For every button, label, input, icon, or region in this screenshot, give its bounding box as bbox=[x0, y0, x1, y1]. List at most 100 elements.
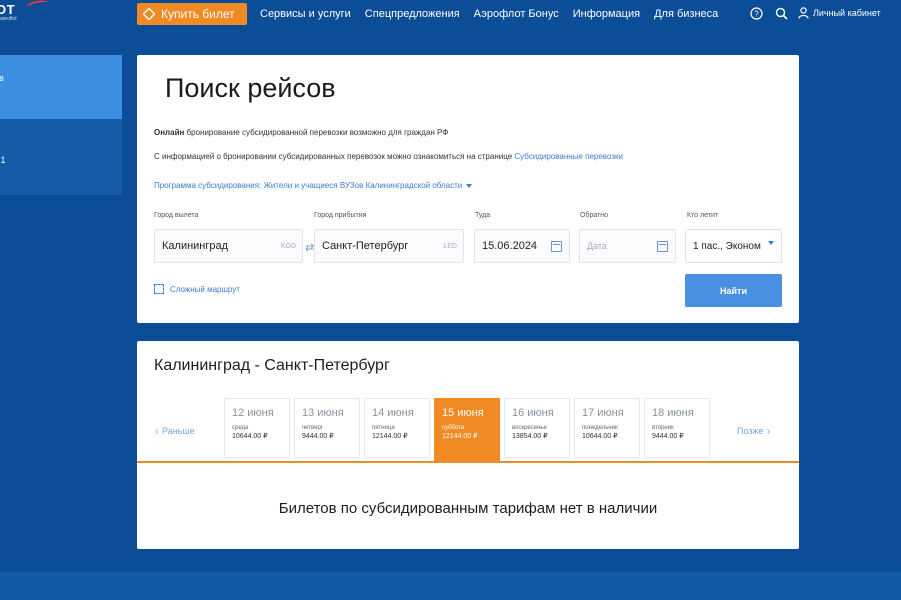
route-title: Калининград - Санкт-Петербург bbox=[154, 357, 390, 374]
buy-ticket-label: Купить билет bbox=[161, 7, 235, 21]
from-city-input[interactable]: Калининград KGD bbox=[154, 229, 303, 263]
chevron-down-icon bbox=[466, 183, 473, 188]
nav-aeroflot-bonus[interactable]: Аэрофлот Бонус bbox=[474, 8, 559, 20]
date-card[interactable]: 17 июня понедельник 10644.00 ₽ bbox=[574, 398, 640, 458]
return-date-placeholder: Дата bbox=[587, 241, 607, 251]
date-weekday: воскресенье bbox=[512, 425, 547, 431]
info-text: бронирование субсидированной перевозки в… bbox=[184, 128, 449, 137]
info-bold: Онлайн bbox=[154, 128, 185, 137]
chevron-down-icon bbox=[768, 241, 774, 245]
sidebar-item-label: ов bbox=[0, 73, 4, 83]
header-actions: ? Личный кабинет bbox=[748, 5, 881, 21]
date-card-selected[interactable]: 15 июня суббота 12144.00 ₽ bbox=[434, 398, 500, 462]
swap-cities-icon[interactable]: ⇄ bbox=[305, 241, 314, 254]
flight-search-panel: Поиск рейсов Онлайн бронирование субсиди… bbox=[137, 55, 799, 323]
logo-subtext: aeroflot bbox=[0, 16, 17, 22]
date-card[interactable]: 12 июня среда 10644.00 ₽ bbox=[224, 398, 290, 458]
date-card[interactable]: 13 июня четверг 9444.00 ₽ bbox=[294, 398, 360, 458]
date-price: 10644.00 ₽ bbox=[582, 433, 618, 440]
nav-for-business[interactable]: Для бизнеса bbox=[654, 8, 718, 20]
chevron-left-icon: ‹ bbox=[155, 424, 159, 438]
personal-cabinet-label: Личный кабинет bbox=[813, 8, 881, 18]
logo-text: ОТ bbox=[0, 2, 16, 17]
passengers-select[interactable]: 1 пас., Эконом bbox=[685, 229, 782, 263]
date-weekday: суббота bbox=[442, 425, 465, 431]
subsidized-transport-link[interactable]: Субсидированные перевозки bbox=[514, 152, 623, 161]
buy-ticket-button[interactable]: Купить билет bbox=[137, 3, 247, 25]
later-label: Позже bbox=[737, 426, 764, 436]
from-city-value: Калининград bbox=[162, 240, 229, 252]
passengers-value: 1 пас., Эконом bbox=[693, 240, 761, 252]
return-date-input[interactable]: Дата bbox=[579, 229, 676, 263]
earlier-dates-link[interactable]: ‹ Раньше bbox=[155, 424, 195, 438]
user-icon bbox=[798, 7, 809, 19]
results-panel: Калининград - Санкт-Петербург ‹ Раньше 1… bbox=[137, 341, 799, 549]
to-city-value: Санкт-Петербург bbox=[322, 240, 409, 252]
date-weekday: вторник bbox=[652, 425, 674, 431]
no-tickets-message: Билетов по субсидированным тарифам нет в… bbox=[278, 500, 658, 517]
date-price: 12144.00 ₽ bbox=[372, 433, 408, 440]
date-weekday: четверг bbox=[302, 425, 323, 431]
personal-cabinet-link[interactable]: Личный кабинет bbox=[798, 7, 881, 19]
logo-wing-icon bbox=[25, 0, 49, 12]
to-label: Город прибытия bbox=[314, 212, 367, 219]
date-day: 17 июня bbox=[582, 407, 624, 419]
date-card[interactable]: 18 июня вторник 9444.00 ₽ bbox=[644, 398, 710, 458]
date-day: 15 июня bbox=[442, 407, 484, 419]
page-title: Поиск рейсов bbox=[165, 73, 336, 103]
date-weekday: среда bbox=[232, 425, 249, 431]
sidebar-item-label: к 1 bbox=[0, 155, 6, 165]
to-airport-code: LED bbox=[443, 242, 457, 250]
svg-text:?: ? bbox=[754, 9, 759, 18]
subsidy-info-text: С информацией о бронировании субсидирова… bbox=[154, 152, 515, 161]
date-card[interactable]: 14 июня пятница 12144.00 ₽ bbox=[364, 398, 430, 458]
passengers-label: Кто летит bbox=[687, 212, 719, 219]
subsidy-program-label: Программа субсидирования: Жители и учащи… bbox=[154, 181, 463, 190]
help-icon[interactable]: ? bbox=[748, 5, 764, 21]
date-day: 13 июня bbox=[302, 407, 344, 419]
complex-route-label: Сложный маршрут bbox=[170, 284, 240, 294]
date-price: 9444.00 ₽ bbox=[302, 433, 334, 440]
from-airport-code: KGD bbox=[280, 242, 296, 250]
date-price: 9444.00 ₽ bbox=[652, 433, 684, 440]
earlier-label: Раньше bbox=[162, 426, 195, 436]
subsidy-program-select[interactable]: Программа субсидирования: Жители и учащи… bbox=[154, 181, 473, 190]
nav-information[interactable]: Информация bbox=[573, 8, 640, 20]
date-card[interactable]: 16 июня воскресенье 13854.00 ₽ bbox=[504, 398, 570, 458]
later-dates-link[interactable]: Позже › bbox=[737, 424, 771, 438]
nav-services[interactable]: Сервисы и услуги bbox=[260, 8, 351, 20]
departure-date-input[interactable]: 15.06.2024 bbox=[474, 229, 570, 263]
sidebar: ов к 1 bbox=[0, 55, 122, 195]
date-price: 12144.00 ₽ bbox=[442, 433, 478, 440]
search-icon[interactable] bbox=[773, 5, 789, 21]
date-weekday: пятница bbox=[372, 425, 395, 431]
sidebar-item[interactable]: к 1 bbox=[0, 119, 122, 195]
date-day: 14 июня bbox=[372, 407, 414, 419]
online-booking-info: Онлайн бронирование субсидированной пере… bbox=[154, 128, 448, 137]
calendar-icon bbox=[551, 240, 562, 252]
date-day: 12 июня bbox=[232, 407, 274, 419]
find-button[interactable]: Найти bbox=[685, 274, 782, 307]
divider bbox=[137, 461, 799, 463]
departure-date-label: Туда bbox=[475, 212, 491, 219]
nav-special-offers[interactable]: Спецпредложения bbox=[365, 8, 460, 20]
date-day: 16 июня bbox=[512, 407, 554, 419]
chevron-right-icon: › bbox=[766, 424, 771, 438]
aeroflot-logo[interactable]: ОТ aeroflot bbox=[0, 0, 60, 30]
subsidy-info: С информацией о бронировании субсидирова… bbox=[154, 152, 623, 161]
calendar-icon bbox=[657, 240, 668, 252]
date-price: 10644.00 ₽ bbox=[232, 433, 268, 440]
return-date-label: Обратно bbox=[580, 212, 609, 219]
complex-route-link[interactable]: Сложный маршрут bbox=[154, 284, 240, 294]
departure-date-value: 15.06.2024 bbox=[482, 240, 538, 252]
date-weekday: понедельник bbox=[582, 425, 618, 431]
date-price: 13854.00 ₽ bbox=[512, 433, 548, 440]
footer-strip bbox=[0, 572, 901, 600]
sidebar-item-active[interactable]: ов bbox=[0, 55, 122, 119]
from-label: Город вылета bbox=[154, 212, 199, 219]
ticket-icon bbox=[142, 7, 156, 21]
top-navigation-bar: ОТ aeroflot Купить билет Сервисы и услуг… bbox=[0, 0, 901, 30]
to-city-input[interactable]: Санкт-Петербург LED bbox=[314, 229, 464, 263]
route-icon bbox=[154, 284, 164, 294]
main-nav: Сервисы и услуги Спецпредложения Аэрофло… bbox=[260, 0, 732, 28]
